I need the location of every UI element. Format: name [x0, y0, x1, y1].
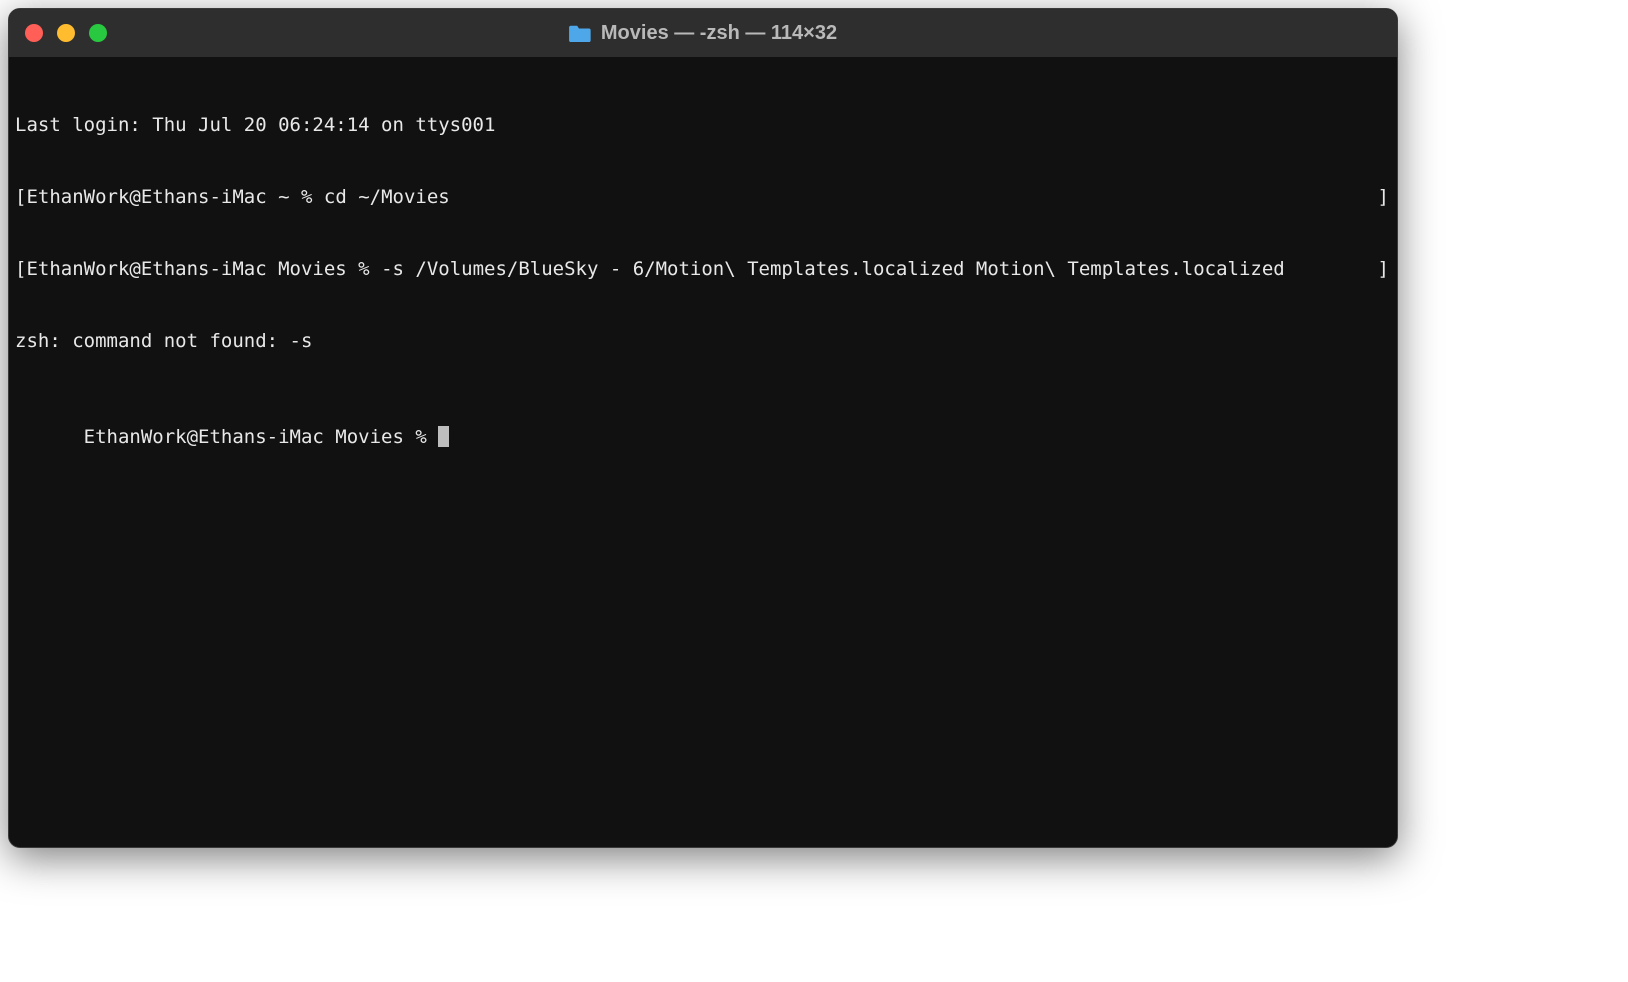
folder-icon: [569, 24, 591, 42]
title-bar: Movies — -zsh — 114×32: [9, 9, 1397, 57]
minimize-button[interactable]: [57, 24, 75, 42]
prompt-bracket: ]: [1378, 185, 1391, 209]
window-title: Movies — -zsh — 114×32: [601, 22, 837, 45]
terminal-line: zsh: command not found: -s: [15, 329, 1391, 353]
command-text: -s /Volumes/BlueSky - 6/Motion\ Template…: [381, 257, 1285, 281]
prompt-text: EthanWork@Ethans-iMac Movies %: [84, 426, 439, 448]
maximize-button[interactable]: [89, 24, 107, 42]
prompt-text: EthanWork@Ethans-iMac Movies %: [26, 257, 381, 281]
terminal-line: Last login: Thu Jul 20 06:24:14 on ttys0…: [15, 113, 1391, 137]
terminal-line: EthanWork@Ethans-iMac Movies %: [15, 401, 1391, 473]
terminal-line: [EthanWork@Ethans-iMac ~ % cd ~/Movies ]: [15, 185, 1391, 209]
traffic-lights: [25, 24, 107, 42]
terminal-line: [EthanWork@Ethans-iMac Movies % -s /Volu…: [15, 257, 1391, 281]
terminal-window: Movies — -zsh — 114×32 Last login: Thu J…: [8, 8, 1398, 848]
prompt-bracket: [: [15, 257, 26, 281]
prompt-bracket: ]: [1378, 257, 1391, 281]
close-button[interactable]: [25, 24, 43, 42]
prompt-bracket: [: [15, 185, 26, 209]
terminal-body[interactable]: Last login: Thu Jul 20 06:24:14 on ttys0…: [9, 57, 1397, 847]
command-text: cd ~/Movies: [324, 185, 450, 209]
cursor: [438, 426, 449, 447]
prompt-text: EthanWork@Ethans-iMac ~ %: [26, 185, 323, 209]
window-title-area: Movies — -zsh — 114×32: [569, 22, 837, 45]
